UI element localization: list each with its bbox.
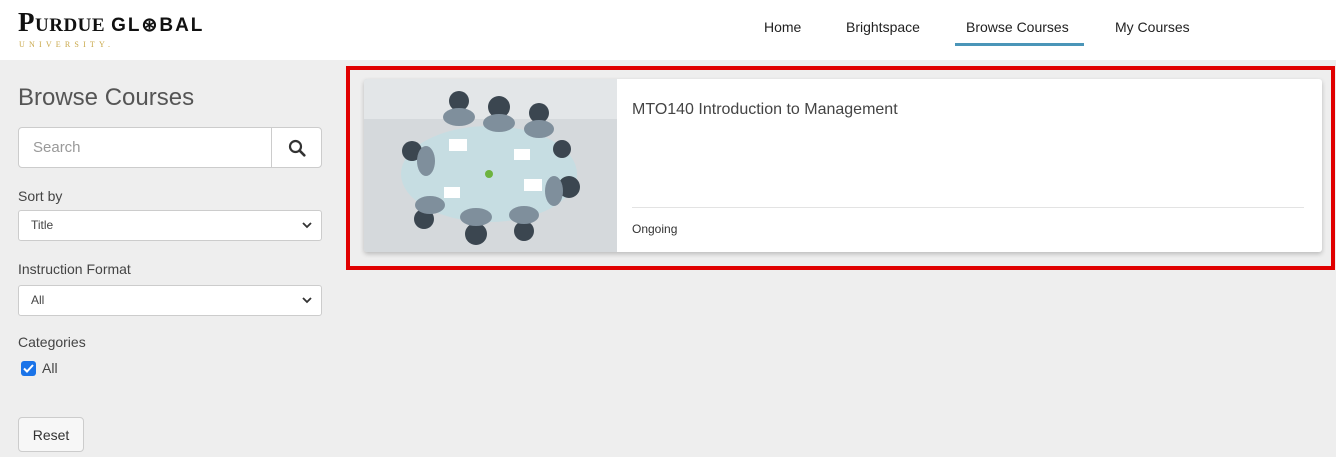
course-image [364,79,617,252]
reset-button[interactable]: Reset [18,417,84,452]
sidebar-title: Browse Courses [18,84,195,111]
logo-word-global: GL⊛BAL [111,15,205,36]
category-all-checkbox[interactable] [21,360,36,376]
nav-home[interactable]: Home [764,19,801,35]
categories-label: Categories [18,334,86,350]
instruction-format-select[interactable]: All [18,285,322,316]
meeting-table-photo [364,79,617,252]
chevron-down-icon [302,297,312,304]
search-button[interactable] [271,128,322,167]
search-icon [288,139,306,157]
course-title[interactable]: MTO140 Introduction to Management [632,101,898,119]
logo-subtitle: UNIVERSITY. [19,40,115,49]
logo-word-urdue: URDUE [35,15,106,36]
checkmark-icon [23,363,34,373]
search-input[interactable] [19,128,271,167]
course-status: Ongoing [632,222,678,236]
active-nav-underline [955,43,1084,46]
nav-browse-courses[interactable]: Browse Courses [966,19,1069,35]
sort-by-select[interactable]: Title [18,210,322,241]
nav-my-courses[interactable]: My Courses [1115,19,1190,35]
instruction-format-value: All [31,293,45,307]
nav-brightspace[interactable]: Brightspace [846,19,920,35]
category-all-label[interactable]: All [42,360,58,376]
chevron-down-icon [302,222,312,229]
search-box [18,127,322,168]
purdue-global-logo[interactable]: PURDUE GL⊛BAL UNIVERSITY. [18,9,238,51]
course-card[interactable]: MTO140 Introduction to Management Ongoin… [364,79,1322,252]
instruction-format-label: Instruction Format [18,261,131,277]
sort-by-value: Title [31,218,54,232]
category-option-all: All [21,359,58,377]
logo-wordmark: PURDUE GL⊛BAL [18,9,238,39]
logo-letter-p: P [18,7,35,37]
card-divider [632,207,1304,208]
top-header: PURDUE GL⊛BAL UNIVERSITY. Home Brightspac… [0,0,1336,60]
sort-by-label: Sort by [18,188,63,204]
